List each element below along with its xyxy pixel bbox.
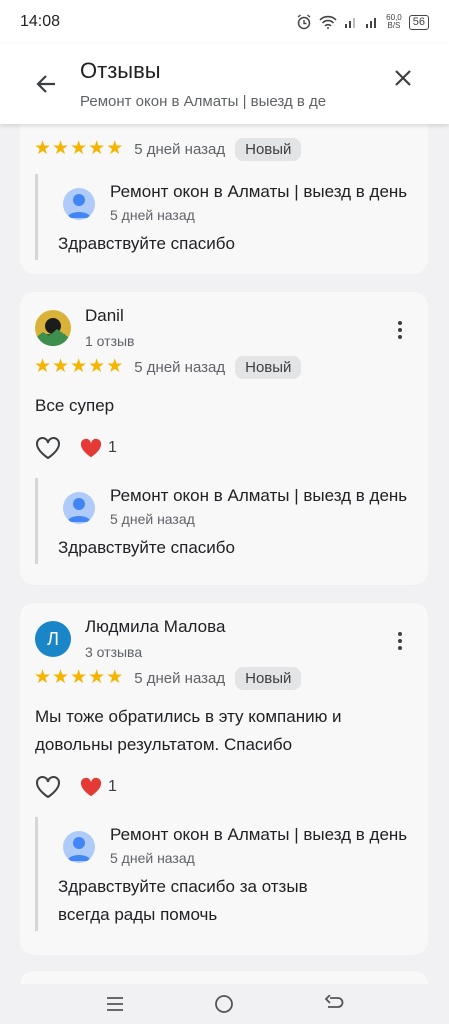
owner-name[interactable]: Ремонт окон в Алматы | выезд в день — [110, 486, 428, 506]
star-rating: ★ ★ ★ ★ ★ — [34, 139, 123, 159]
star-icon: ★ — [106, 667, 124, 688]
status-icons: 60,0 B/S 56 — [296, 14, 429, 30]
signal-icon — [345, 18, 356, 28]
reaction-heart[interactable] — [78, 774, 104, 800]
owner-reply: Ремонт окон в Алматы | выезд в день 5 дн… — [35, 478, 428, 564]
owner-reply: Ремонт окон в Алматы | выезд в день 5 дн… — [35, 174, 428, 260]
star-icon: ★ — [88, 667, 106, 688]
star-icon: ★ — [34, 667, 52, 688]
reply-date: 5 дней назад — [110, 850, 195, 866]
more-options-button[interactable] — [388, 627, 412, 655]
review-date: 5 дней назад — [134, 358, 226, 376]
reply-date: 5 дней назад — [110, 511, 195, 527]
owner-avatar — [63, 831, 95, 863]
back-button[interactable] — [24, 62, 68, 106]
close-icon — [395, 70, 411, 86]
review-date: 5 дней назад — [134, 669, 226, 687]
alarm-icon — [297, 14, 311, 30]
new-badge: Новый — [235, 137, 302, 161]
close-button[interactable] — [381, 56, 425, 100]
reaction-heart[interactable] — [78, 435, 104, 461]
person-icon — [67, 498, 91, 522]
star-icon: ★ — [70, 667, 88, 688]
rating-row: ★ ★ ★ ★ ★ 5 дней назад Новый — [20, 134, 428, 164]
person-icon — [67, 194, 91, 218]
nav-back-button[interactable] — [318, 988, 350, 1020]
red-heart-icon — [80, 438, 102, 458]
reviewer-name[interactable]: Людмила Малова — [85, 617, 225, 637]
rating-row: ★ ★ ★ ★ ★ 5 дней назад Новый — [20, 352, 428, 382]
circle-icon — [215, 995, 234, 1013]
reply-date: 5 дней назад — [110, 207, 195, 223]
page-subtitle: Ремонт окон в Алматы | выезд в де — [80, 93, 327, 110]
review-card: Danil 1 отзыв ★ ★ ★ ★ ★ 5 дней назад Новый В… — [20, 292, 428, 585]
star-icon: ★ — [106, 138, 124, 159]
star-icon: ★ — [52, 138, 70, 159]
status-time: 14:08 — [20, 13, 61, 30]
battery-indicator: 56 — [408, 14, 429, 30]
review-card — [20, 971, 428, 984]
user-photo-icon — [35, 310, 71, 346]
wifi-icon — [319, 15, 337, 29]
person-icon — [67, 837, 91, 861]
like-button[interactable] — [34, 434, 62, 462]
new-badge: Новый — [235, 666, 302, 690]
like-button[interactable] — [34, 773, 62, 801]
star-rating: ★ ★ ★ ★ ★ — [34, 357, 123, 377]
page-title: Отзывы — [80, 58, 161, 83]
reply-text: Здравствуйте спасибо за отзыв всегда рад… — [58, 877, 308, 924]
avatar[interactable]: Л — [35, 621, 71, 657]
menu-icon — [106, 997, 123, 1011]
star-icon: ★ — [88, 356, 106, 377]
reviewer-name[interactable]: Danil — [85, 306, 124, 326]
system-nav-bar — [0, 984, 449, 1024]
owner-avatar — [63, 188, 95, 220]
review-card: ★ ★ ★ ★ ★ 5 дней назад Новый Ремонт окон в А… — [20, 124, 428, 274]
rating-row: ★ ★ ★ ★ ★ 5 дней назад Новый — [20, 663, 428, 693]
star-icon: ★ — [34, 138, 52, 159]
star-icon: ★ — [88, 138, 106, 159]
owner-name[interactable]: Ремонт окон в Алматы | выезд в день — [110, 182, 428, 202]
reply-text: Здравствуйте спасибо — [58, 234, 235, 253]
new-badge: Новый — [235, 355, 302, 379]
reviews-list[interactable]: ★ ★ ★ ★ ★ 5 дней назад Новый Ремонт окон в А… — [0, 124, 449, 984]
recents-button[interactable] — [99, 988, 131, 1020]
review-count: 1 отзыв — [85, 333, 135, 349]
star-icon: ★ — [52, 667, 70, 688]
star-icon: ★ — [70, 138, 88, 159]
review-text: Мы тоже обратились в эту компанию и дово… — [35, 707, 342, 754]
review-count: 3 отзыва — [85, 644, 143, 660]
star-icon: ★ — [70, 356, 88, 377]
like-count: 1 — [108, 778, 117, 795]
review-date: 5 дней назад — [134, 140, 226, 158]
more-options-button[interactable] — [388, 316, 412, 344]
signal-icon-2 — [366, 18, 377, 28]
more-vert-icon — [398, 321, 402, 325]
reply-text: Здравствуйте спасибо — [58, 538, 235, 557]
more-vert-icon — [398, 632, 402, 636]
status-bar: 14:08 60,0 B/S 56 — [0, 0, 449, 44]
owner-reply: Ремонт окон в Алматы | выезд в день 5 дн… — [35, 817, 428, 931]
heart-outline-icon — [36, 776, 60, 799]
net-speed: 60,0 B/S — [386, 13, 402, 30]
star-icon: ★ — [34, 356, 52, 377]
owner-name[interactable]: Ремонт окон в Алматы | выезд в день — [110, 825, 428, 845]
back-icon — [324, 995, 344, 1008]
reactions-row: 1 — [20, 428, 428, 468]
heart-outline-icon — [36, 437, 60, 460]
arrow-left-icon — [36, 75, 55, 93]
like-count: 1 — [108, 439, 117, 456]
avatar[interactable] — [35, 310, 71, 346]
review-text: Все супер — [35, 396, 115, 415]
owner-avatar — [63, 492, 95, 524]
star-rating: ★ ★ ★ ★ ★ — [34, 668, 123, 688]
review-card: Л Людмила Малова 3 отзыва ★ ★ ★ ★ ★ 5 дней н… — [20, 603, 428, 955]
home-button[interactable] — [208, 988, 240, 1020]
reactions-row: 1 — [20, 767, 428, 807]
star-icon: ★ — [52, 356, 70, 377]
app-bar: Отзывы Ремонт окон в Алматы | выезд в де — [0, 44, 449, 124]
red-heart-icon — [80, 777, 102, 797]
star-icon: ★ — [106, 356, 124, 377]
